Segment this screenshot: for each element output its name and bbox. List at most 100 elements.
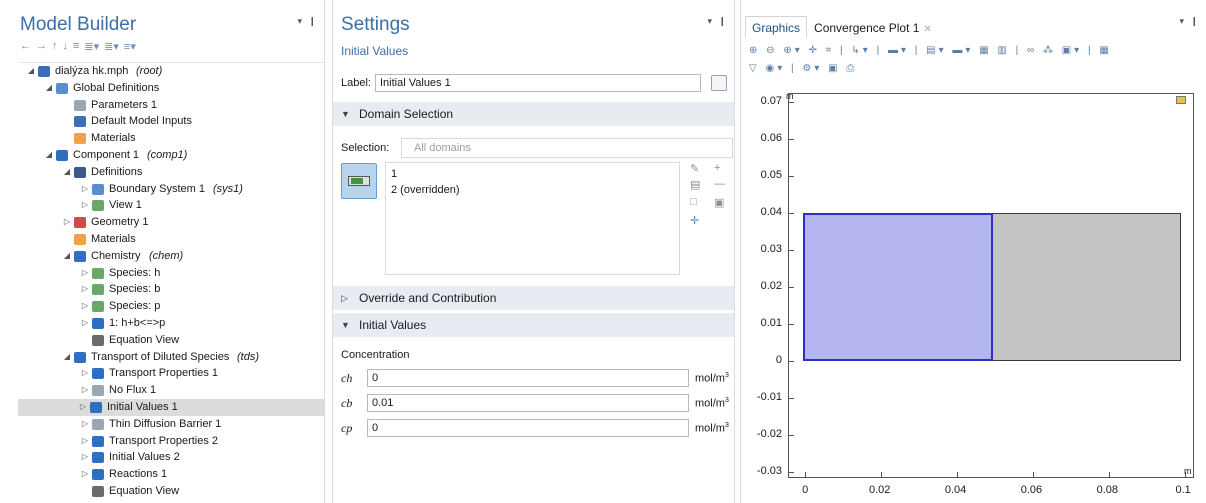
tree-item[interactable]: Materials [20, 231, 324, 248]
tree-item-label: Equation View [109, 484, 180, 497]
tree-item[interactable]: ▷ Boundary System 1 (sys1) [20, 181, 324, 198]
tree-item[interactable]: Equation View [20, 483, 324, 500]
cb-input[interactable]: 0.01 [367, 394, 689, 412]
expand-toggle-icon[interactable]: ▷ [78, 399, 88, 416]
tree-item[interactable]: ◢ Definitions [20, 164, 324, 181]
move-down-icon[interactable]: ↓ [63, 40, 69, 53]
tree-item[interactable]: ▷ Initial Values 1 [18, 398, 324, 416]
tree-item[interactable]: ▷ No Flux 1 [20, 382, 324, 399]
boundary-system-icon [92, 183, 104, 195]
expand-toggle-icon[interactable]: ◢ [26, 63, 36, 80]
domain-item[interactable]: 1 [391, 166, 674, 182]
y-tick-label: 0.01 [760, 317, 782, 330]
collapse-icon[interactable]: ≣▾ [84, 40, 99, 53]
pin-icon[interactable]: ▾ ❙ [707, 16, 728, 27]
tree-item[interactable]: ◢ Global Definitions [20, 80, 324, 97]
tree-item[interactable]: ▷ Geometry 1 [20, 214, 324, 231]
unit-label: mol/m3 [695, 396, 729, 410]
expand-toggle-icon[interactable]: ▷ [80, 449, 90, 466]
reset-label-icon[interactable] [711, 75, 727, 91]
add-icon[interactable]: + [714, 162, 720, 174]
species-icon [92, 267, 104, 279]
tree-item[interactable]: ▷ Species: b [20, 281, 324, 298]
label-field[interactable]: Initial Values 1 [375, 74, 701, 92]
tree-item[interactable]: ◢ Chemistry (chem) [20, 248, 324, 265]
paste-icon[interactable]: □ [690, 196, 697, 208]
tree-item[interactable]: Equation View [20, 332, 324, 349]
expand-toggle-icon[interactable]: ◢ [44, 147, 54, 164]
domain-2[interactable] [991, 213, 1181, 362]
tree-item[interactable]: ▷ Thin Diffusion Barrier 1 [20, 416, 324, 433]
tree-item[interactable]: ◢ dialýza hk.mph (root) [20, 63, 324, 80]
expand-toggle-icon[interactable]: ▷ [80, 281, 90, 298]
domain-1-selected[interactable] [803, 213, 993, 362]
override-section[interactable]: ▷ Override and Contribution [333, 286, 734, 310]
domain-list[interactable]: 1 2 (overridden) [385, 162, 680, 275]
expand-toggle-icon[interactable]: ◢ [62, 349, 72, 366]
active-domain-toggle[interactable] [341, 163, 377, 199]
tree-item[interactable]: Default Model Inputs [20, 113, 324, 130]
remove-icon[interactable]: — [714, 178, 725, 190]
collapse-icon: ▼ [341, 320, 350, 330]
expand-toggle-icon[interactable]: ▷ [80, 382, 90, 399]
paint-icon[interactable]: ✎ [690, 162, 699, 175]
tree-item[interactable]: Materials [20, 130, 324, 147]
tree-item[interactable]: ◢ Component 1 (comp1) [20, 147, 324, 164]
graphics-toolbar-row1[interactable]: ⊕ ⊖ ⊕▾ ✛ ⌗ | ↳▾ | ▬▾ | ▤▾ ▬▾ ▦ ▥ | ∞ ⁂ ▣… [749, 45, 1112, 56]
expand-toggle-icon[interactable]: ◢ [44, 80, 54, 97]
expand-toggle-icon[interactable]: ▷ [80, 466, 90, 483]
sort-icon[interactable]: ≡▾ [124, 40, 136, 53]
expand-toggle-icon[interactable]: ▷ [80, 416, 90, 433]
pin-icon[interactable]: ▾ ❙ [297, 16, 318, 27]
y-tick [788, 472, 794, 474]
back-icon[interactable]: ← [20, 40, 31, 53]
cp-input[interactable]: 0 [367, 419, 689, 437]
show-icon[interactable]: ≡ [73, 40, 79, 53]
tree-item[interactable]: ▷ Reactions 1 [20, 466, 324, 483]
tree-item[interactable]: ◢ Transport of Diluted Species (tds) [20, 349, 324, 366]
move-up-icon[interactable]: ↑ [52, 40, 58, 53]
expand-icon[interactable]: ≣▾ [104, 40, 119, 53]
expand-toggle-icon[interactable]: ▷ [80, 265, 90, 282]
component-icon [56, 149, 68, 161]
expand-toggle-icon[interactable]: ▷ [80, 298, 90, 315]
zoom-selection-icon[interactable]: ✛ [690, 214, 699, 227]
pin-icon[interactable]: ▾ ❙ [1179, 16, 1200, 27]
x-tick [880, 472, 882, 478]
tab-convergence-plot[interactable]: Convergence Plot 1 ✕ [807, 16, 939, 38]
clear-icon[interactable]: ▣ [714, 196, 724, 209]
expand-toggle-icon[interactable]: ▷ [80, 181, 90, 198]
tree-item[interactable]: ▷ View 1 [20, 197, 324, 214]
tree-item[interactable]: ▷ Initial Values 2 [20, 449, 324, 466]
tree-item-label: Boundary System 1 [109, 182, 205, 195]
y-tick-label: 0 [775, 354, 782, 367]
tree-item[interactable]: Parameters 1 [20, 97, 324, 114]
tree-item[interactable]: ▷ Species: h [20, 265, 324, 282]
graphics-toolbar-row2[interactable]: ▽ ◉▾ | ⚙▾ ▣ ⎙ [749, 63, 857, 74]
tree-item[interactable]: ▷ Transport Properties 1 [20, 365, 324, 382]
domain-item[interactable]: 2 (overridden) [391, 182, 674, 198]
domain-selection-section[interactable]: ▼ Domain Selection [333, 102, 734, 126]
tree-item[interactable]: ▷ Species: p [20, 298, 324, 315]
species-icon [92, 301, 104, 313]
tree-item[interactable]: ▷ Transport Properties 2 [20, 433, 324, 450]
tree-item-label: Global Definitions [73, 81, 160, 94]
selection-dropdown[interactable]: All domains [401, 138, 733, 158]
expand-toggle-icon[interactable]: ▷ [80, 365, 90, 382]
tree-item[interactable]: ▷ 1: h+b<=>p [20, 315, 324, 332]
initial-values-section[interactable]: ▼ Initial Values [333, 313, 734, 337]
expand-toggle-icon[interactable]: ◢ [62, 248, 72, 265]
forward-icon[interactable]: → [36, 40, 47, 53]
y-tick-label: -0.01 [756, 391, 782, 404]
expand-toggle-icon[interactable]: ▷ [62, 214, 72, 231]
chemistry-icon [74, 250, 86, 262]
expand-toggle-icon[interactable]: ▷ [80, 433, 90, 450]
expand-toggle-icon[interactable]: ◢ [62, 164, 72, 181]
copy-icon[interactable]: ▤ [690, 178, 700, 191]
tab-graphics[interactable]: Graphics [745, 16, 808, 38]
ch-input[interactable]: 0 [367, 369, 689, 387]
axis-orientation-icon[interactable] [1176, 96, 1186, 104]
expand-toggle-icon[interactable]: ▷ [80, 315, 90, 332]
expand-toggle-icon[interactable]: ▷ [80, 197, 90, 214]
close-icon[interactable]: ✕ [923, 24, 931, 35]
